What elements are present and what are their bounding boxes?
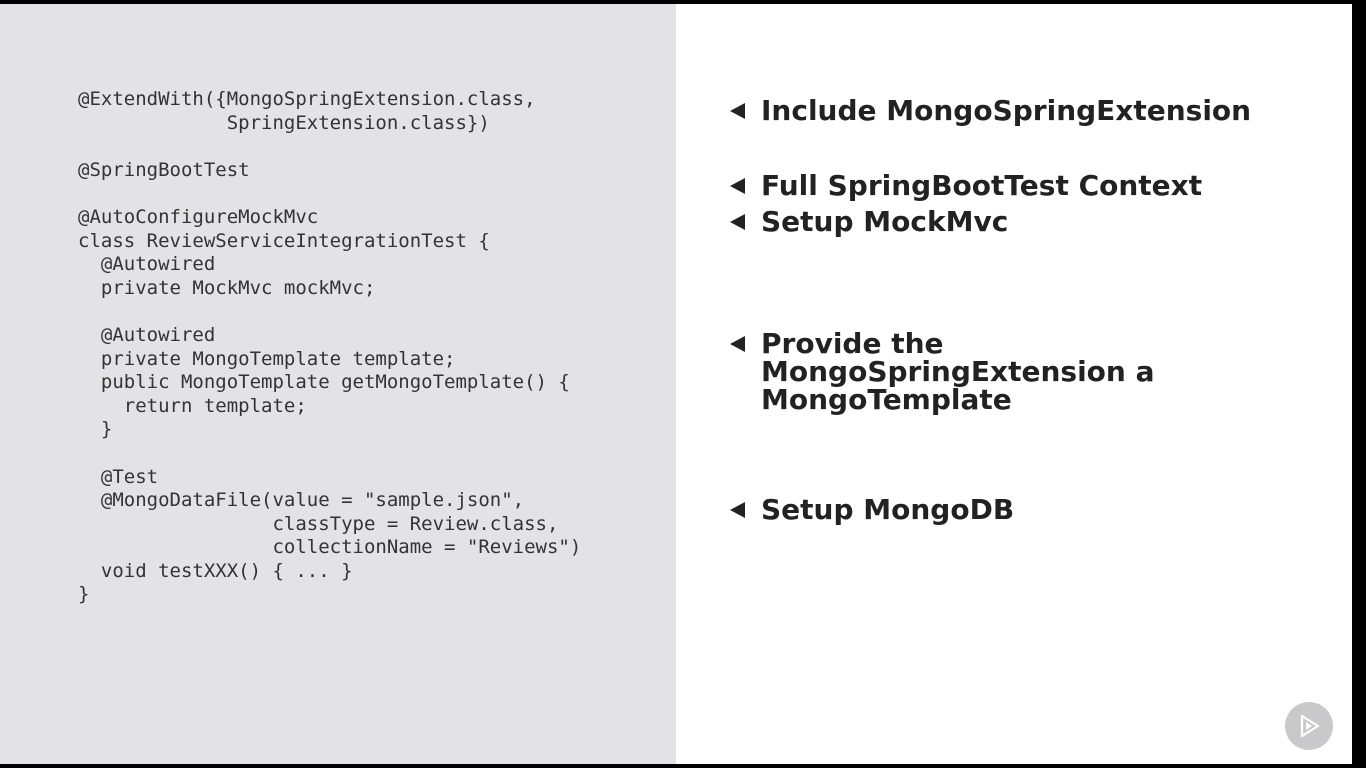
annotation-text: Setup MockMvc [761,205,1009,238]
code-line: void testXXX() { ... } [78,559,353,582]
code-panel: @ExtendWith({MongoSpringExtension.class,… [0,4,676,764]
code-line: } [78,418,113,441]
left-triangle-arrow-icon [730,502,745,518]
code-line: classType = Review.class, [78,512,559,535]
left-triangle-arrow-icon [730,178,745,194]
slide: @ExtendWith({MongoSpringExtension.class,… [0,4,1352,764]
code-line: private MongoTemplate template; [78,347,456,370]
code-line: @SpringBootTest [78,158,250,181]
code-line: @AutoConfigureMockMvc [78,205,319,228]
annotation-setup-mongodb: Setup MongoDB [730,496,1014,524]
code-line: } [78,583,90,606]
code-block: @ExtendWith({MongoSpringExtension.class,… [78,88,581,607]
code-line: @Autowired [78,323,216,346]
code-line: class ReviewServiceIntegrationTest { [78,229,490,252]
code-line: @Test [78,465,159,488]
left-triangle-arrow-icon [730,336,745,352]
code-line: @MongoDataFile(value = "sample.json", [78,489,525,512]
code-line: collectionName = "Reviews") [78,536,582,559]
annotation-text: Full SpringBootTest Context [761,169,1203,202]
code-line: private MockMvc mockMvc; [78,276,376,299]
code-line: @Autowired [78,253,216,276]
left-triangle-arrow-icon [730,214,745,230]
annotation-springboot-context: Full SpringBootTest Context [730,172,1202,200]
annotation-include-extension: Include MongoSpringExtension [730,97,1251,125]
annotation-provide-template: Provide the MongoSpringExtension a Mongo… [730,330,1154,414]
left-triangle-arrow-icon [730,103,745,119]
code-line: public MongoTemplate getMongoTemplate() … [78,371,570,394]
code-line: @ExtendWith({MongoSpringExtension.class, [78,88,536,110]
play-logo-icon [1285,702,1333,750]
code-line: SpringExtension.class}) [78,111,490,134]
annotation-text: Setup MongoDB [761,493,1015,526]
annotation-text: Include MongoSpringExtension [761,94,1252,127]
annotation-setup-mockmvc: Setup MockMvc [730,208,1008,236]
annotation-text: Provide the MongoSpringExtension a Mongo… [761,327,1155,416]
code-line: return template; [78,394,307,417]
play-logo-glyph [1300,714,1320,738]
